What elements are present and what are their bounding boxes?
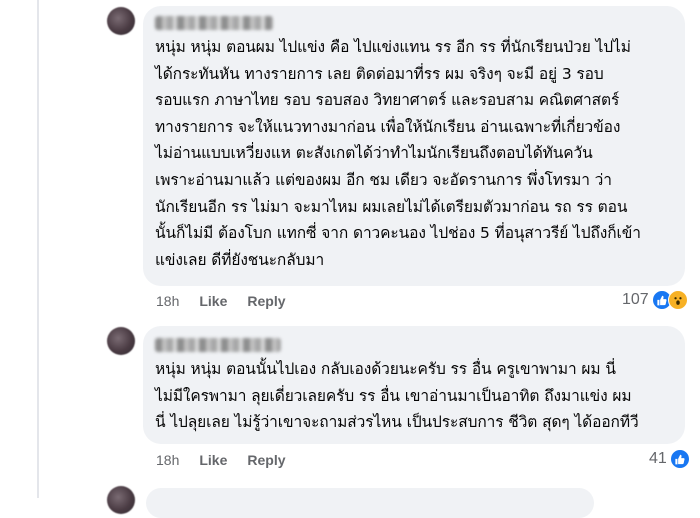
comment-bubble: หนุ่ม หนุ่ม ตอนผม ไปแข่ง คือ ไปแข่งแทน ร… [143, 6, 685, 286]
comment-author-name[interactable] [155, 338, 281, 352]
reaction-summary[interactable]: 107 [622, 290, 688, 310]
reply-button[interactable]: Reply [247, 293, 285, 309]
reaction-count: 107 [622, 291, 649, 308]
wow-icon [667, 290, 688, 310]
comment-author-name[interactable] [155, 16, 273, 30]
avatar[interactable] [107, 327, 135, 355]
like-icon [669, 449, 690, 469]
comment-actions: 18h Like Reply [156, 452, 306, 468]
reaction-summary[interactable]: 41 [649, 449, 690, 469]
comment-timestamp[interactable]: 18h [156, 452, 179, 468]
avatar[interactable] [107, 486, 135, 514]
like-button[interactable]: Like [199, 452, 227, 468]
comment-bubble [146, 488, 594, 518]
avatar[interactable] [107, 7, 135, 35]
comment-text: หนุ่ม หนุ่ม ตอนผม ไปแข่ง คือ ไปแข่งแทน ร… [155, 38, 641, 269]
comment-text: หนุ่ม หนุ่ม ตอนนั้นไปเอง กลับเองด้วยนะคร… [155, 360, 639, 432]
reply-button[interactable]: Reply [247, 452, 285, 468]
like-button[interactable]: Like [199, 293, 227, 309]
comment-bubble: หนุ่ม หนุ่ม ตอนนั้นไปเอง กลับเองด้วยนะคร… [143, 326, 685, 444]
comment-actions: 18h Like Reply [156, 293, 306, 309]
thread-connector-line [37, 0, 39, 498]
comment-timestamp[interactable]: 18h [156, 293, 179, 309]
reaction-count: 41 [649, 450, 667, 467]
